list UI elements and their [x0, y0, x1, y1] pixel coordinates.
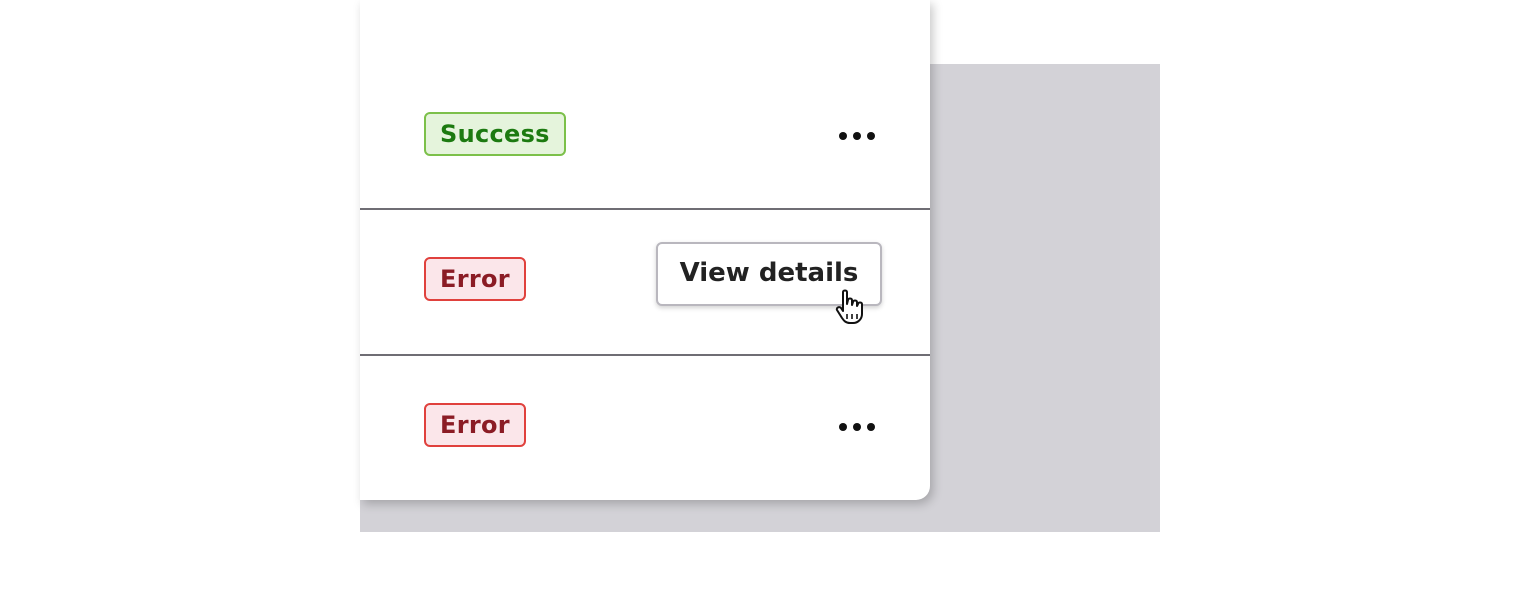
status-badge: Error — [424, 257, 526, 301]
pointer-hand-icon — [835, 289, 863, 324]
table-row: Error — [360, 355, 930, 500]
backdrop: Success Error Error View details — [360, 0, 1160, 532]
ellipsis-icon — [839, 132, 875, 140]
results-table: Success Error Error View details — [360, 0, 930, 500]
more-actions-button[interactable] — [836, 415, 880, 439]
status-badge: Success — [424, 112, 566, 156]
status-badge: Error — [424, 403, 526, 447]
more-actions-button[interactable] — [836, 124, 880, 148]
table-row: Success — [360, 64, 930, 210]
ellipsis-icon — [839, 423, 875, 431]
